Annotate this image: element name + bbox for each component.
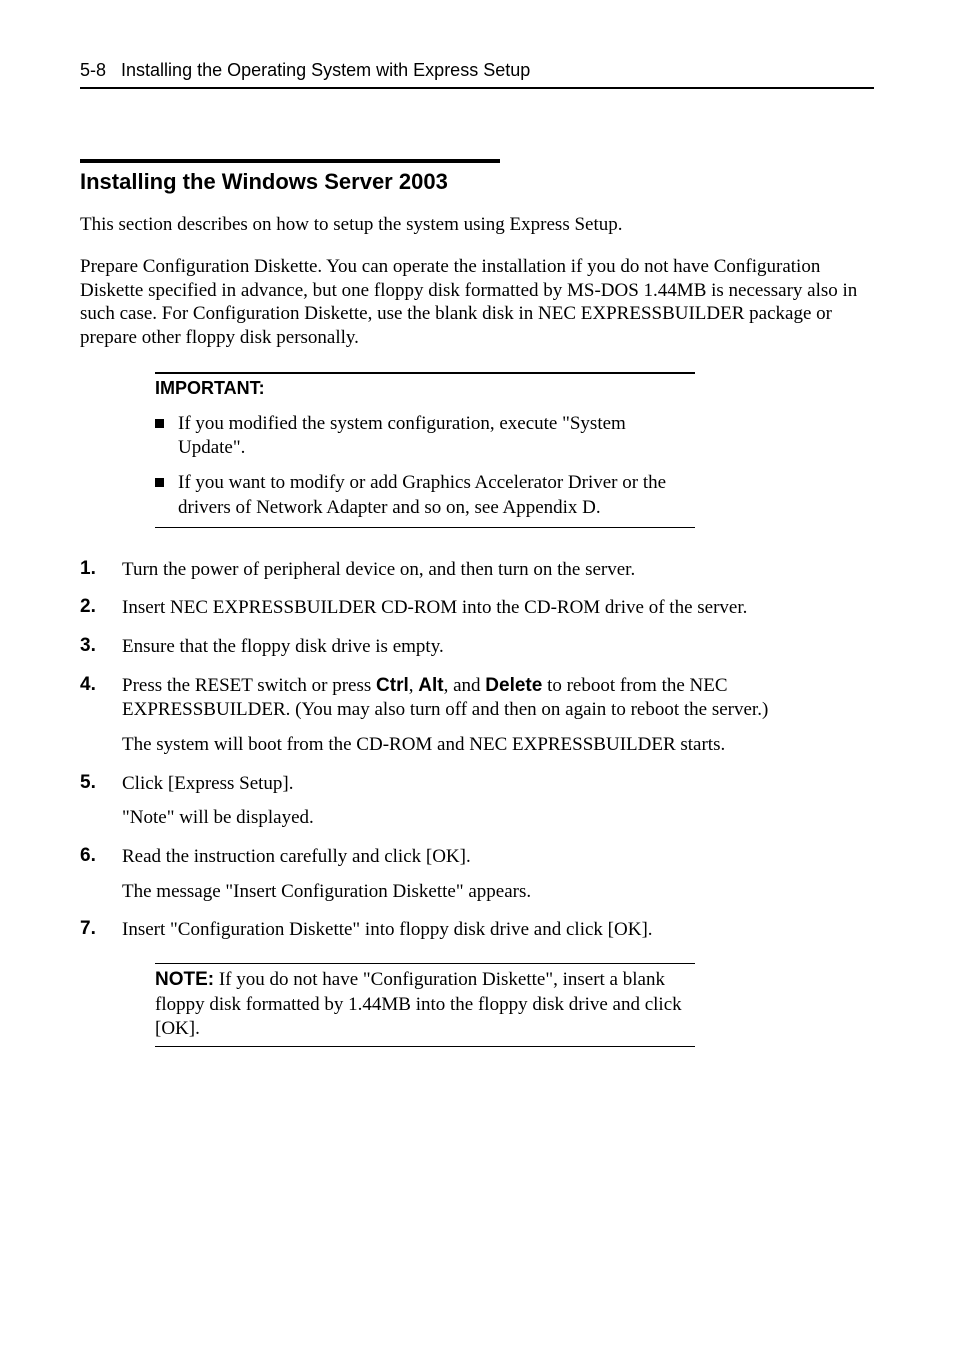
section-heading: Installing the Windows Server 2003 xyxy=(80,169,874,195)
step-text: Insert NEC EXPRESSBUILDER CD-ROM into th… xyxy=(122,597,747,618)
intro-paragraph-2: Prepare Configuration Diskette. You can … xyxy=(80,255,874,350)
step-5: 5. Click [Express Setup]. "Note" will be… xyxy=(80,772,874,831)
step-6: 6. Read the instruction carefully and cl… xyxy=(80,845,874,904)
step-2: 2. Insert NEC EXPRESSBUILDER CD-ROM into… xyxy=(80,596,874,621)
step-number: 6. xyxy=(80,845,122,867)
page: 5-8 Installing the Operating System with… xyxy=(0,0,954,1348)
key-delete: Delete xyxy=(485,675,542,696)
step-text-2: "Note" will be displayed. xyxy=(122,806,874,831)
step-body: Insert "Configuration Diskette" into flo… xyxy=(122,918,874,943)
section-heading-wrap: Installing the Windows Server 2003 xyxy=(80,159,874,195)
step-number: 2. xyxy=(80,596,122,618)
important-bullet-2: If you want to modify or add Graphics Ac… xyxy=(155,471,695,520)
page-number: 5-8 xyxy=(80,60,106,80)
step-body: Press the RESET switch or press Ctrl, Al… xyxy=(122,674,874,758)
chapter-title: Installing the Operating System with Exp… xyxy=(121,60,530,80)
step-number: 3. xyxy=(80,635,122,657)
intro-paragraph-1: This section describes on how to setup t… xyxy=(80,213,874,237)
important-bullet-text: If you want to modify or add Graphics Ac… xyxy=(178,471,695,520)
important-label: IMPORTANT: xyxy=(155,372,695,400)
section-heading-rule xyxy=(80,159,500,163)
steps-list: 1. Turn the power of peripheral device o… xyxy=(80,558,874,944)
step-7: 7. Insert "Configuration Diskette" into … xyxy=(80,918,874,943)
step-text: Click [Express Setup]. xyxy=(122,773,294,794)
step-number: 4. xyxy=(80,674,122,696)
step-text: Insert "Configuration Diskette" into flo… xyxy=(122,919,653,940)
step-body: Turn the power of peripheral device on, … xyxy=(122,558,874,583)
important-bullet-text: If you modified the system configuration… xyxy=(178,412,695,461)
important-bullet-1: If you modified the system configuration… xyxy=(155,412,695,461)
note-text: If you do not have "Configuration Disket… xyxy=(155,969,682,1039)
sep: , and xyxy=(444,675,486,696)
step-text-2: The system will boot from the CD-ROM and… xyxy=(122,733,874,758)
step-text: Press the RESET switch or press Ctrl, Al… xyxy=(122,675,768,721)
step-text: Ensure that the floppy disk drive is emp… xyxy=(122,636,444,657)
step-1: 1. Turn the power of peripheral device o… xyxy=(80,558,874,583)
important-block: IMPORTANT: If you modified the system co… xyxy=(155,372,695,528)
step-text: Turn the power of peripheral device on, … xyxy=(122,559,635,580)
step-number: 5. xyxy=(80,772,122,794)
step-body: Read the instruction carefully and click… xyxy=(122,845,874,904)
page-header: 5-8 Installing the Operating System with… xyxy=(80,60,874,89)
step-text-2: The message "Insert Configuration Disket… xyxy=(122,880,874,905)
note-label: NOTE: xyxy=(155,969,214,990)
step-body: Click [Express Setup]. "Note" will be di… xyxy=(122,772,874,831)
note-block: NOTE: If you do not have "Configuration … xyxy=(155,963,695,1047)
step-body: Insert NEC EXPRESSBUILDER CD-ROM into th… xyxy=(122,596,874,621)
important-bullets: If you modified the system configuration… xyxy=(155,400,695,528)
step-number: 1. xyxy=(80,558,122,580)
step-4: 4. Press the RESET switch or press Ctrl,… xyxy=(80,674,874,758)
square-bullet-icon xyxy=(155,419,164,428)
step-number: 7. xyxy=(80,918,122,940)
sep: , xyxy=(409,675,419,696)
step-3: 3. Ensure that the floppy disk drive is … xyxy=(80,635,874,660)
step-body: Ensure that the floppy disk drive is emp… xyxy=(122,635,874,660)
step-text-pre: Press the RESET switch or press xyxy=(122,675,376,696)
step-text: Read the instruction carefully and click… xyxy=(122,846,471,867)
key-alt: Alt xyxy=(418,675,443,696)
key-ctrl: Ctrl xyxy=(376,675,409,696)
square-bullet-icon xyxy=(155,478,164,487)
